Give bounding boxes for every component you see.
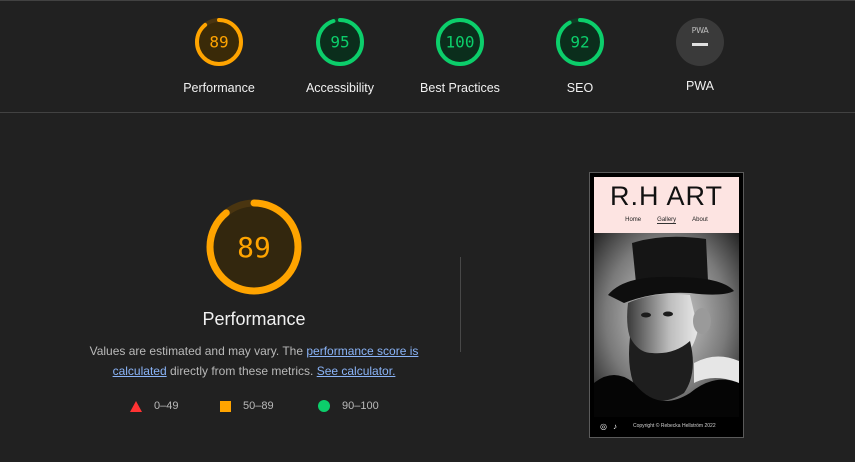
see-calculator-link[interactable]: See calculator. <box>317 364 396 378</box>
gauge-seo-label: SEO <box>566 81 594 95</box>
performance-main-score: 89 <box>237 231 271 264</box>
circle-icon <box>318 400 330 412</box>
triangle-icon <box>130 400 142 412</box>
page-screenshot-thumbnail[interactable]: R.H ART Home Gallery About ◎ ♪ Copyright… <box>589 172 744 438</box>
gauge-best-practices-label: Best Practices <box>420 81 500 95</box>
panel-divider <box>460 257 461 352</box>
score-summary-bar: 89 Performance 95 Accessibility 100 Best… <box>0 0 855 113</box>
gauge-accessibility-label: Accessibility <box>305 81 375 95</box>
pwa-dash-icon <box>692 43 708 46</box>
legend-fail: 0–49 <box>130 400 178 412</box>
instagram-icon[interactable]: ◎ <box>600 422 607 431</box>
performance-description: Values are estimated and may vary. The p… <box>84 341 424 381</box>
gauge-accessibility-value: 95 <box>330 33 349 52</box>
gauge-performance-value: 89 <box>209 33 228 52</box>
legend-pass-range: 90–100 <box>342 400 379 412</box>
accessibility-gauge-ring: 95 <box>316 18 364 66</box>
legend-fail-range: 0–49 <box>154 400 179 412</box>
artwork-portrait-image <box>594 233 739 417</box>
best-practices-gauge-ring: 100 <box>436 18 484 66</box>
square-icon <box>220 400 231 412</box>
performance-title: Performance <box>202 309 306 329</box>
pwa-badge-text: PWA <box>691 26 709 35</box>
site-header: R.H ART Home Gallery About <box>594 177 739 233</box>
site-nav-about: About <box>692 217 708 223</box>
gauge-pwa[interactable]: PWA PWA <box>640 16 760 93</box>
performance-main-gauge-ring: 89 <box>206 199 302 295</box>
site-nav: Home Gallery About <box>594 217 739 224</box>
legend-average: 50–89 <box>220 400 274 412</box>
performance-gauge-ring: 89 <box>195 18 243 66</box>
gauge-best-practices-value: 100 <box>446 33 475 52</box>
gauge-seo-value: 92 <box>570 33 589 52</box>
gauge-best-practices[interactable]: 100 Best Practices <box>400 16 520 95</box>
site-logo: R.H ART <box>609 181 724 211</box>
site-nav-home: Home <box>625 217 642 223</box>
gauge-seo[interactable]: 92 SEO <box>520 16 640 95</box>
gauge-accessibility[interactable]: 95 Accessibility <box>280 16 400 95</box>
legend-pass: 90–100 <box>318 400 379 412</box>
performance-main-gauge: 89 <box>204 197 304 297</box>
site-nav-gallery: Gallery <box>657 217 677 224</box>
gauge-performance-label: Performance <box>183 81 255 95</box>
description-text-prefix: Values are estimated and may vary. The <box>89 344 307 358</box>
gauge-pwa-label: PWA <box>685 79 714 93</box>
gauge-performance[interactable]: 89 Performance <box>159 16 279 95</box>
seo-gauge-ring: 92 <box>556 18 604 66</box>
description-text-middle: directly from these metrics. <box>166 364 317 378</box>
site-footer-copyright: Copyright © Rebecka Hellström 2022 <box>632 423 716 429</box>
tiktok-icon[interactable]: ♪ <box>613 422 617 431</box>
site-footer: ◎ ♪ Copyright © Rebecka Hellström 2022 <box>594 417 739 435</box>
pwa-badge-icon: PWA <box>676 18 724 66</box>
legend-average-range: 50–89 <box>243 400 274 412</box>
